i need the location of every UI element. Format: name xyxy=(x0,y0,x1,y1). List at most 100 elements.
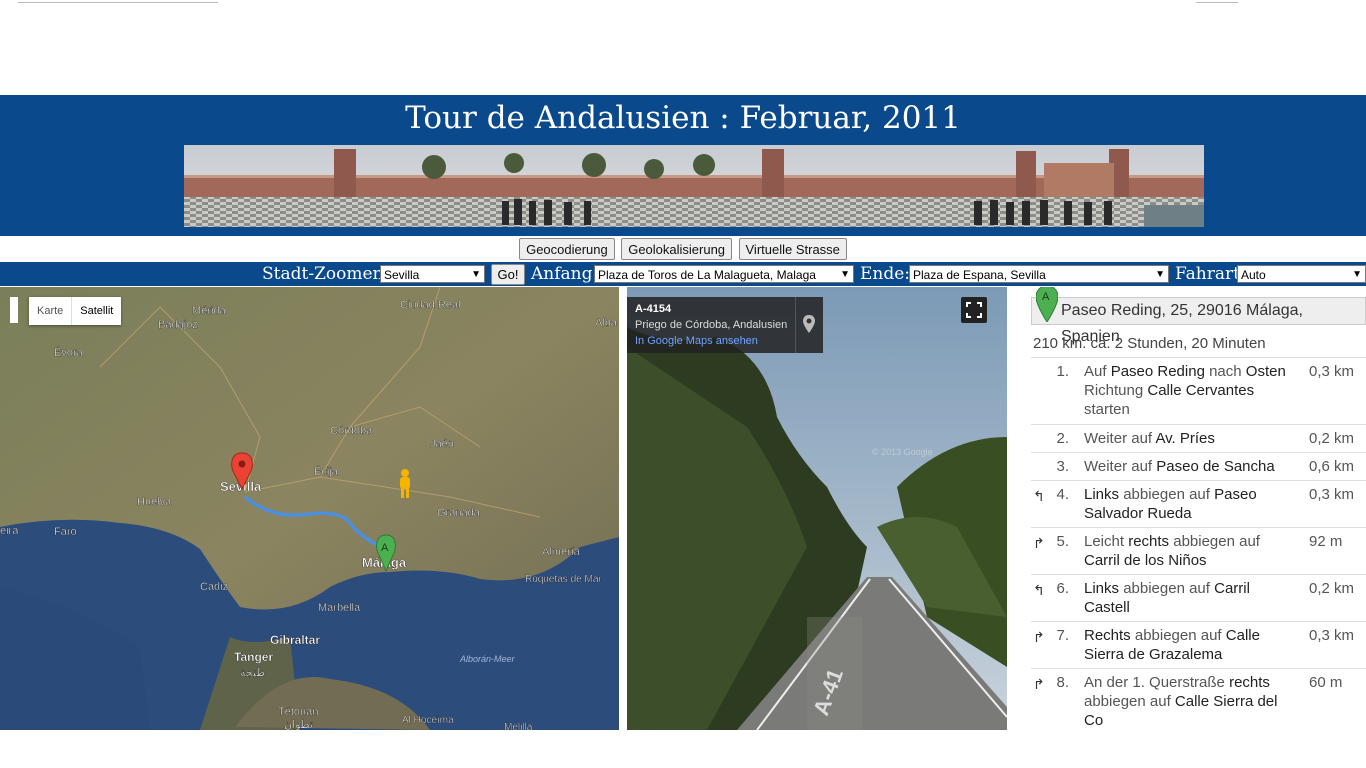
map-label-alhoceima: Al Hoceïma xyxy=(402,715,454,726)
map-label-marbella: Marbella xyxy=(318,602,361,614)
end-value: Plaza de Espana, Sevilla xyxy=(913,268,1046,282)
map-label-alba: Alba xyxy=(595,317,618,329)
map-type-satellit[interactable]: Satellit xyxy=(71,297,121,325)
tool-buttons: Geocodierung Geolokalisierung Virtuelle … xyxy=(0,238,1366,262)
map-label-ciudad-real: Ciudad Real xyxy=(400,299,461,311)
map-label-ecija: Écija xyxy=(314,465,339,478)
card-divider xyxy=(795,297,796,353)
direction-step-1[interactable]: 1. Auf Paseo Reding nach Osten Richtung … xyxy=(1031,357,1366,424)
map-label-alboran: Alborán-Meer xyxy=(459,654,516,664)
map-label-merida: Mérida xyxy=(192,305,227,317)
map-label-roquetas: Roquetas de Mar xyxy=(525,574,602,585)
step-number: 1. xyxy=(1056,363,1069,380)
map-label-almeria: Almería xyxy=(542,546,581,558)
geolocate-button[interactable]: Geolokalisierung xyxy=(621,238,733,260)
city-zoom-value: Sevilla xyxy=(384,268,420,282)
left-edge-2 xyxy=(0,262,18,286)
map-label-tetouan-ar: تطوان xyxy=(284,719,313,730)
direction-step-5[interactable]: ↱ 5. Leicht rechts abbiegen auf Carril d… xyxy=(1031,527,1366,574)
step-text: Rechts abbiegen auf Calle Sierra de Graz… xyxy=(1084,627,1260,663)
map-label-eira: eira xyxy=(0,525,19,537)
mode-select[interactable]: Auto ▼ xyxy=(1237,265,1366,283)
map-label-huelva: Huelva xyxy=(137,496,172,508)
street-view-button[interactable]: Virtuelle Strasse xyxy=(738,238,847,260)
step-distance: 0,3 km xyxy=(1309,363,1355,380)
chevron-down-icon: ▼ xyxy=(1155,269,1165,280)
end-select[interactable]: Plaza de Espana, Sevilla ▼ xyxy=(909,265,1169,283)
map-label-granada: Granada xyxy=(437,507,481,519)
map-label-tetouan: Tétouan xyxy=(278,706,318,718)
turn-slight-right-icon: ↱ xyxy=(1033,535,1045,551)
map-label-tanger-ar: طنجة xyxy=(240,667,265,679)
page-title: Tour de Andalusien : Februar, 2011 xyxy=(405,100,961,136)
mode-value: Auto xyxy=(1241,268,1266,282)
step-text: Weiter auf Paseo de Sancha xyxy=(1084,458,1275,475)
direction-step-3[interactable]: 3. Weiter auf Paseo de Sancha 0,6 km xyxy=(1031,452,1366,480)
route-summary: 210 km. ca. 2 Stunden, 20 Minuten xyxy=(1033,335,1266,352)
direction-step-8[interactable]: ↱ 8. An der 1. Querstraße rechts abbiege… xyxy=(1031,668,1366,735)
step-text: An der 1. Querstraße rechts abbiegen auf… xyxy=(1084,674,1278,729)
directions-panel: A Paseo Reding, 25, 29016 Málaga, Spanie… xyxy=(1031,287,1366,747)
turn-left-icon: ↰ xyxy=(1033,582,1045,598)
top-divider-right xyxy=(1196,0,1238,3)
map-label-badajoz: Badajoz xyxy=(158,319,198,331)
street-view-image[interactable]: A-41 © 2013 Google xyxy=(627,287,1007,730)
turn-right-icon: ↱ xyxy=(1033,629,1045,645)
direction-step-7[interactable]: ↱ 7. Rechts abbiegen auf Calle Sierra de… xyxy=(1031,621,1366,668)
map-label-jaen: Jaén xyxy=(430,438,454,450)
step-distance: 0,3 km xyxy=(1309,627,1355,644)
step-number: 8. xyxy=(1056,674,1069,691)
street-view-panel[interactable]: A-41 © 2013 Google A-4154 Priego de Córd… xyxy=(627,287,1007,730)
map-label-cadiz: Cádiz xyxy=(200,581,228,593)
map-label-melilla: Melilla xyxy=(504,722,533,730)
streetview-place: Priego de Córdoba, Andalusien xyxy=(635,319,788,331)
direction-step-6[interactable]: ↰ 6. Links abbiegen auf Carril Castell 0… xyxy=(1031,574,1366,621)
streetview-watermark: © 2013 Google xyxy=(872,447,933,457)
start-marker-icon: A xyxy=(1036,287,1058,322)
map-canvas[interactable]: Mérida Badajoz Évora Ciudad Real Alba Có… xyxy=(0,287,619,730)
turn-right-icon: ↱ xyxy=(1033,676,1045,692)
step-distance: 60 m xyxy=(1309,674,1343,691)
streetview-road: A-4154 xyxy=(635,303,672,315)
step-text: Leicht rechts abbiegen auf Carril de los… xyxy=(1084,533,1260,569)
turn-left-icon: ↰ xyxy=(1033,488,1045,504)
city-zoom-label: Stadt-Zoomen: xyxy=(262,264,390,284)
map-label-faro: Faro xyxy=(54,526,77,538)
directions-start[interactable]: A Paseo Reding, 25, 29016 Málaga, Spanie… xyxy=(1031,287,1366,345)
step-text: Links abbiegen auf Paseo Salvador Rueda xyxy=(1084,486,1257,522)
top-divider xyxy=(18,0,218,3)
go-button[interactable]: Go! xyxy=(491,264,525,285)
step-number: 3. xyxy=(1056,458,1069,475)
panorama-banner xyxy=(184,145,1204,227)
streetview-maps-link[interactable]: In Google Maps ansehen xyxy=(635,335,758,347)
map-zoom-edge[interactable] xyxy=(10,297,18,323)
map-label-tanger: Tanger xyxy=(234,650,273,664)
end-label: Ende: xyxy=(860,264,911,284)
map-type-control: Karte Satellit xyxy=(29,297,122,325)
direction-step-4[interactable]: ↰ 4. Links abbiegen auf Paseo Salvador R… xyxy=(1031,480,1366,527)
step-text: Weiter auf Av. Príes xyxy=(1084,430,1215,447)
map-label-gibraltar: Gibraltar xyxy=(270,633,320,647)
streetview-info-card: A-4154 Priego de Córdoba, Andalusien In … xyxy=(627,297,823,353)
fullscreen-icon xyxy=(966,302,982,318)
panorama-image xyxy=(184,145,1204,227)
step-distance: 0,6 km xyxy=(1309,458,1355,475)
step-distance: 92 m xyxy=(1309,533,1343,550)
start-label: Anfang: xyxy=(531,264,599,284)
chevron-down-icon: ▼ xyxy=(1352,269,1362,280)
direction-step-2[interactable]: 2. Weiter auf Av. Príes 0,2 km xyxy=(1031,424,1366,452)
geocode-button[interactable]: Geocodierung xyxy=(519,238,615,260)
location-pin-icon[interactable] xyxy=(803,315,815,333)
start-marker-label: A xyxy=(1042,291,1050,303)
start-value: Plaza de Toros de La Malagueta, Malaga xyxy=(598,268,816,282)
step-text: Auf Paseo Reding nach Osten Richtung Cal… xyxy=(1084,363,1286,418)
fullscreen-button[interactable] xyxy=(961,297,987,323)
start-select[interactable]: Plaza de Toros de La Malagueta, Malaga ▼ xyxy=(594,265,854,283)
city-zoom-select[interactable]: Sevilla ▼ xyxy=(380,265,485,283)
step-distance: 0,3 km xyxy=(1309,486,1355,503)
step-number: 6. xyxy=(1056,580,1069,597)
step-distance: 0,2 km xyxy=(1309,430,1355,447)
map-type-karte[interactable]: Karte xyxy=(29,297,71,325)
route-map[interactable]: Mérida Badajoz Évora Ciudad Real Alba Có… xyxy=(0,287,619,730)
step-number: 2. xyxy=(1056,430,1069,447)
